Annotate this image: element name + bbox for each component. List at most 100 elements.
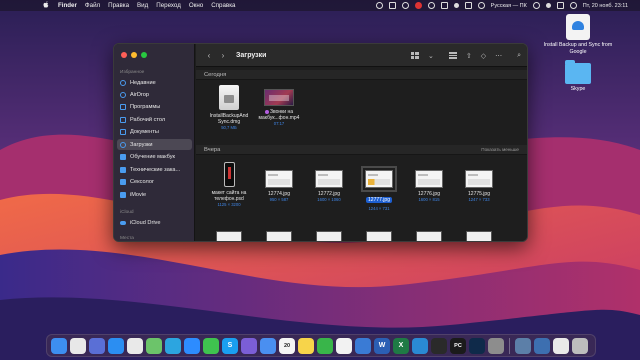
apple-menu-icon[interactable] <box>42 1 50 10</box>
sidebar-item-airdrop[interactable]: AirDrop <box>117 89 192 100</box>
back-button[interactable]: ‹ <box>202 51 216 60</box>
file-meta: 1125 × 3200 <box>217 202 241 207</box>
mail-icon[interactable] <box>260 337 276 354</box>
sidebar-item-tech-orders[interactable]: Технические зака... <box>117 164 192 175</box>
sidebar-item-macbook-training[interactable]: Обучение макбук <box>117 151 192 162</box>
photoshop-icon[interactable] <box>469 337 485 354</box>
sidebar-section-icloud: iCloud <box>120 210 134 215</box>
system-prefs-icon[interactable] <box>488 337 504 354</box>
pycharm-icon[interactable]: PC <box>450 337 466 354</box>
downloads-stack-icon[interactable] <box>553 337 569 354</box>
downloads-icon <box>120 141 126 148</box>
zoom-icon[interactable] <box>184 337 200 354</box>
image-thumbnail <box>366 231 392 241</box>
cloud-status-icon[interactable] <box>440 2 448 9</box>
tag-icon[interactable]: ◇ <box>481 52 486 60</box>
screen-icon[interactable] <box>534 337 550 354</box>
status-circle-icon[interactable] <box>375 2 383 9</box>
search-icon[interactable] <box>545 3 551 8</box>
window-title: Загрузки <box>236 51 267 59</box>
clock-label[interactable]: Пт, 20 нояб. 23:11 <box>583 3 628 9</box>
status-square-icon[interactable] <box>388 2 396 9</box>
maps-icon[interactable] <box>146 337 162 354</box>
menu-edit[interactable]: Правка <box>108 2 129 9</box>
facetime-icon[interactable] <box>203 337 219 354</box>
icon-view-icon[interactable] <box>410 52 419 59</box>
menu-file[interactable]: Файл <box>85 2 100 9</box>
sidebar-item-recents[interactable]: Недавние <box>117 77 192 88</box>
skype-icon[interactable]: S <box>222 337 238 354</box>
file-item[interactable]: макет сайта на телефон.psd 1125 × 3200 <box>204 162 254 207</box>
menu-view[interactable]: Вид <box>137 2 148 9</box>
image-thumbnail <box>265 170 293 188</box>
sidebar-item-desktop[interactable]: Рабочий стол <box>117 114 192 125</box>
safari-icon[interactable] <box>108 337 124 354</box>
siri-icon[interactable] <box>569 2 577 9</box>
flag-icon[interactable] <box>477 2 485 9</box>
file-item[interactable] <box>304 231 354 241</box>
control-center-icon[interactable] <box>556 2 564 9</box>
sidebar-item-imovie[interactable]: iMovie <box>117 189 192 200</box>
zoom-button[interactable] <box>141 52 147 58</box>
sidebar-item-sexologist[interactable]: Сексолог <box>117 176 192 187</box>
notes-icon[interactable] <box>298 337 314 354</box>
file-name: макет сайта на телефон.psd <box>211 190 247 202</box>
viber-icon[interactable] <box>241 337 257 354</box>
close-button[interactable] <box>121 52 127 58</box>
input-source-label[interactable]: Русская — ПК <box>491 3 527 9</box>
minimize-button[interactable] <box>131 52 137 58</box>
menu-go[interactable]: Переход <box>156 2 181 9</box>
desktop-icon-skype[interactable]: Skype <box>543 60 613 93</box>
sidebar-item-applications[interactable]: Программы <box>117 101 192 112</box>
launchpad-icon[interactable] <box>70 337 86 354</box>
menu-help[interactable]: Справка <box>211 2 235 9</box>
telegram-icon[interactable] <box>165 337 181 354</box>
sidebar-item-documents[interactable]: Документы <box>117 126 192 137</box>
vscode-icon[interactable] <box>412 337 428 354</box>
file-item[interactable]: 12772.jpg 1600 × 1060 <box>304 166 354 202</box>
desktop-icon <box>120 116 126 123</box>
sidebar-item-icloud-drive[interactable]: iCloud Drive <box>117 217 192 228</box>
share-icon[interactable]: ⇧ <box>466 52 472 60</box>
ide-icon[interactable] <box>431 337 447 354</box>
preview-icon[interactable] <box>515 337 531 354</box>
file-item[interactable] <box>404 231 454 241</box>
calendar-icon[interactable]: 20 <box>279 337 295 354</box>
status-ring-icon[interactable] <box>401 2 409 9</box>
file-item[interactable]: 12776.jpg 1600 × 815 <box>404 166 454 202</box>
menu-app-name[interactable]: Finder <box>58 2 77 9</box>
photos-icon[interactable] <box>336 337 352 354</box>
sync-icon[interactable] <box>427 2 435 9</box>
wifi-icon[interactable] <box>532 2 540 9</box>
applications-icon <box>120 103 126 110</box>
sidebar-item-downloads[interactable]: Загрузки <box>117 139 192 150</box>
file-item[interactable] <box>354 231 404 241</box>
file-item[interactable] <box>454 231 504 241</box>
group-by-icon[interactable] <box>448 52 457 59</box>
search-icon[interactable]: ⌕ <box>517 52 521 60</box>
file-item[interactable]: Звонки на макбук...фон.mp4 07:17 <box>254 85 304 126</box>
excel-icon[interactable]: X <box>393 337 409 354</box>
word-icon[interactable]: W <box>374 337 390 354</box>
menu-window[interactable]: Окно <box>189 2 203 9</box>
chrome-icon[interactable] <box>127 337 143 354</box>
desktop-icon-google-backup[interactable]: Install Backup and Sync from Google <box>543 14 613 56</box>
mission-control-icon[interactable] <box>89 337 105 354</box>
show-less-link[interactable]: Показать меньше <box>481 145 519 155</box>
keynote-icon[interactable] <box>355 337 371 354</box>
mic-icon[interactable] <box>453 3 459 8</box>
file-item[interactable] <box>204 231 254 241</box>
facetime2-icon[interactable] <box>317 337 333 354</box>
battery-icon[interactable] <box>464 2 472 9</box>
file-item[interactable]: 12774.jpg 950 × 587 <box>254 166 304 202</box>
file-item[interactable] <box>254 231 304 241</box>
file-item[interactable]: 12775.jpg 1247 × 733 <box>454 166 504 202</box>
finder-icon[interactable] <box>51 337 67 354</box>
more-actions-icon[interactable]: ⋯ <box>495 52 502 60</box>
forward-button[interactable]: › <box>216 51 230 60</box>
trash-icon[interactable] <box>572 337 588 354</box>
file-item-selected[interactable]: 12777.jpg 1244 × 731 <box>354 166 404 211</box>
recording-icon[interactable] <box>414 2 422 9</box>
view-options-chevron-icon[interactable]: ⌄ <box>428 52 434 60</box>
file-item[interactable]: InstallBackupAnd Sync.dmg 50,7 МБ <box>204 85 254 130</box>
